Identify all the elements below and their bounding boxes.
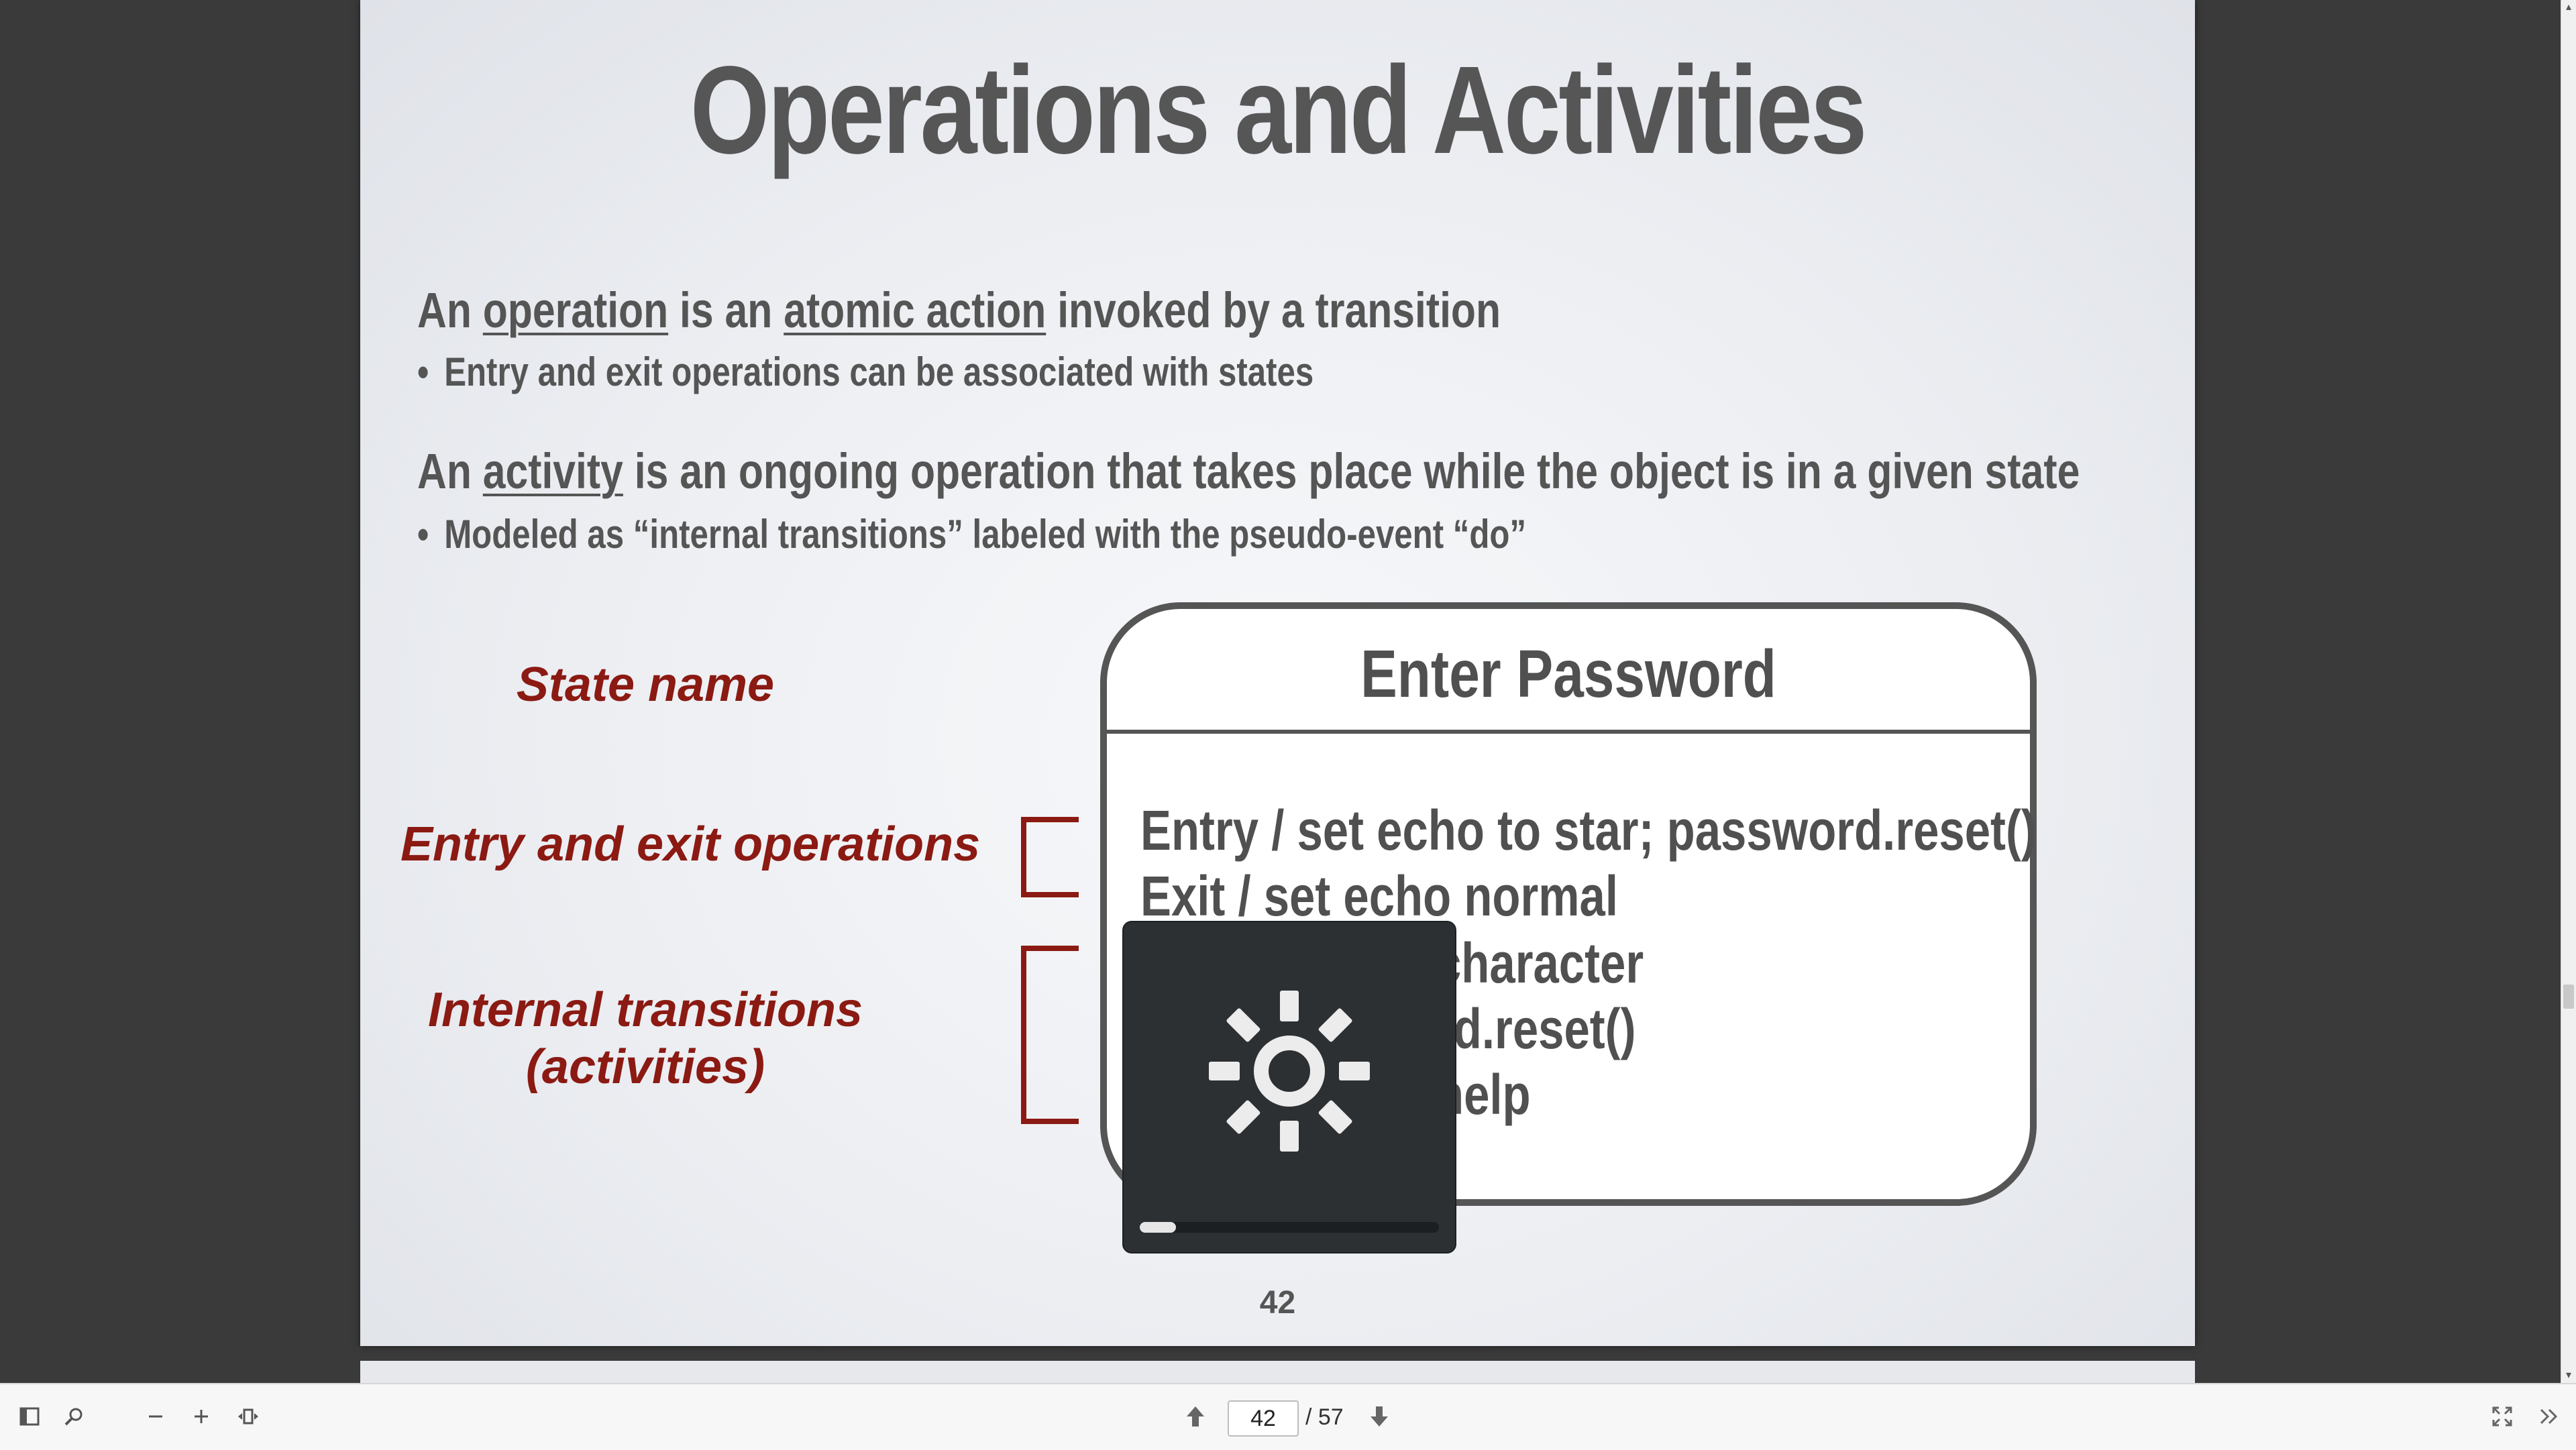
zoom-in-icon[interactable]: [181, 1396, 221, 1437]
brightness-level-track: [1140, 1222, 1439, 1233]
entry-operation: Entry / set echo to star; password.reset…: [1140, 799, 2037, 862]
fit-width-icon[interactable]: [228, 1396, 268, 1437]
viewer-toolbar: / 57: [0, 1383, 2576, 1450]
state-box-name: Enter Password: [1360, 636, 1776, 712]
internal-transitions-bracket: [1021, 946, 1079, 1124]
bullet-marker: •: [417, 349, 429, 394]
activities-label: (activities): [525, 1040, 765, 1094]
internal-transitions-label: Internal transitions: [427, 983, 863, 1037]
brightness-level-fill: [1140, 1222, 1176, 1233]
bullet-text: Modeled as “internal transitions” labele…: [444, 512, 1527, 557]
exit-operation: Exit / set echo normal: [1140, 865, 1618, 928]
sidebar-toggle-icon[interactable]: [9, 1396, 50, 1437]
search-icon[interactable]: [54, 1396, 94, 1437]
fullscreen-icon[interactable]: [2482, 1396, 2522, 1437]
brightness-osd: [1122, 921, 1456, 1253]
text-span: is an: [668, 282, 784, 338]
operation-definition: An operation is an atomic action invoked…: [417, 282, 1501, 339]
entry-exit-bracket: [1021, 817, 1079, 897]
text-span: invoked by a transition: [1046, 282, 1501, 338]
internal-transition-1: character: [1436, 932, 1644, 995]
scroll-down-arrow-icon[interactable]: ▾: [2561, 1368, 2576, 1383]
scrollbar-thumb[interactable]: [2563, 985, 2574, 1009]
text-span: An: [417, 282, 483, 338]
activity-term: activity: [482, 443, 623, 499]
slide-page-number: 42: [1259, 1285, 1296, 1321]
text-span: An: [417, 443, 483, 499]
bullet-text: Entry and exit operations can be associa…: [444, 349, 1314, 394]
page-up-icon[interactable]: [1175, 1396, 1216, 1437]
atomic-action-term: atomic action: [784, 282, 1046, 338]
brightness-icon: [1209, 991, 1370, 1152]
text-span: is an ongoing operation that takes place…: [623, 443, 2080, 499]
operation-term: operation: [482, 282, 669, 338]
bullet-marker: •: [417, 512, 429, 557]
vertical-scrollbar[interactable]: ▴ ▾: [2561, 0, 2576, 1383]
slide-title: Operations and Activities: [690, 41, 1868, 180]
scroll-up-arrow-icon[interactable]: ▴: [2561, 0, 2576, 15]
next-slide-page: [360, 1361, 2195, 1383]
zoom-out-icon[interactable]: [136, 1396, 176, 1437]
activity-bullet: • Modeled as “internal transitions” label…: [417, 511, 1526, 557]
page-total: / 57: [1305, 1404, 1344, 1430]
more-tools-icon[interactable]: [2529, 1396, 2569, 1437]
page-number-input[interactable]: [1228, 1400, 1299, 1437]
operation-bullet: • Entry and exit operations can be associ…: [417, 349, 1313, 395]
activity-definition: An activity is an ongoing operation that…: [417, 443, 2080, 500]
state-box-divider: [1107, 730, 2030, 734]
page-down-icon[interactable]: [1359, 1396, 1399, 1437]
entry-exit-label: Entry and exit operations: [400, 818, 981, 871]
internal-transition-2: rd.reset(): [1436, 997, 1636, 1060]
document-viewer: Operations and Activities An operation i…: [0, 0, 2561, 1383]
state-name-label: State name: [516, 658, 775, 712]
